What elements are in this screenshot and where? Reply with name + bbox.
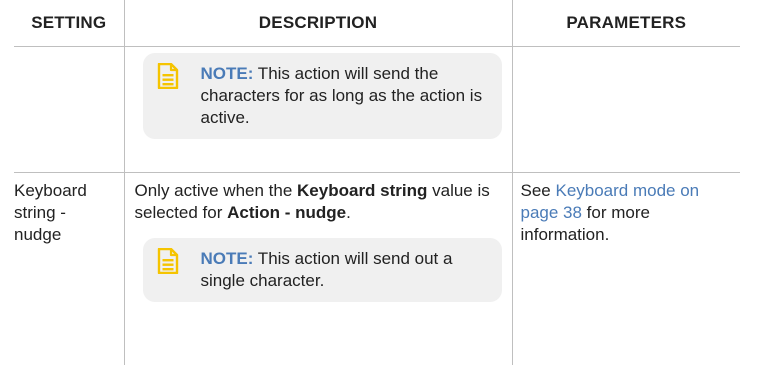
header-description: DESCRIPTION bbox=[124, 0, 512, 47]
parameters-text: See Keyboard mode on page 38 for more in… bbox=[513, 173, 741, 246]
table-row: NOTE: This action will send the characte… bbox=[14, 47, 740, 173]
description-bold-term: Keyboard string bbox=[297, 181, 427, 200]
note-box: NOTE: This action will send out a single… bbox=[143, 238, 502, 302]
header-parameters: PARAMETERS bbox=[512, 0, 740, 47]
description-bold-term: Action - nudge bbox=[227, 203, 346, 222]
note-label: NOTE: bbox=[201, 249, 254, 268]
parameters-cell bbox=[512, 47, 740, 173]
note-document-icon bbox=[157, 248, 179, 274]
note-document-icon bbox=[157, 63, 179, 89]
parameters-text bbox=[513, 47, 741, 54]
description-part: Only active when the bbox=[135, 181, 298, 200]
description-part: . bbox=[346, 203, 351, 222]
description-cell: NOTE: This action will send the characte… bbox=[124, 47, 512, 173]
note-box: NOTE: This action will send the characte… bbox=[143, 53, 502, 139]
document-page: SETTING DESCRIPTION PARAMETERS bbox=[0, 0, 760, 364]
parameters-prefix: See bbox=[521, 181, 556, 200]
note-label: NOTE: bbox=[201, 64, 254, 83]
setting-cell: Keyboard string - nudge bbox=[14, 173, 124, 365]
header-setting: SETTING bbox=[14, 0, 124, 47]
description-cell: Only active when the Keyboard string val… bbox=[124, 173, 512, 365]
parameters-cell: See Keyboard mode on page 38 for more in… bbox=[512, 173, 740, 365]
table-header-row: SETTING DESCRIPTION PARAMETERS bbox=[14, 0, 740, 47]
table-row: Keyboard string - nudge Only active when… bbox=[14, 173, 740, 365]
setting-text: Keyboard string - nudge bbox=[14, 173, 124, 246]
description-text: Only active when the Keyboard string val… bbox=[125, 173, 512, 224]
settings-table: SETTING DESCRIPTION PARAMETERS bbox=[14, 0, 740, 365]
setting-text bbox=[14, 47, 124, 54]
setting-cell bbox=[14, 47, 124, 173]
